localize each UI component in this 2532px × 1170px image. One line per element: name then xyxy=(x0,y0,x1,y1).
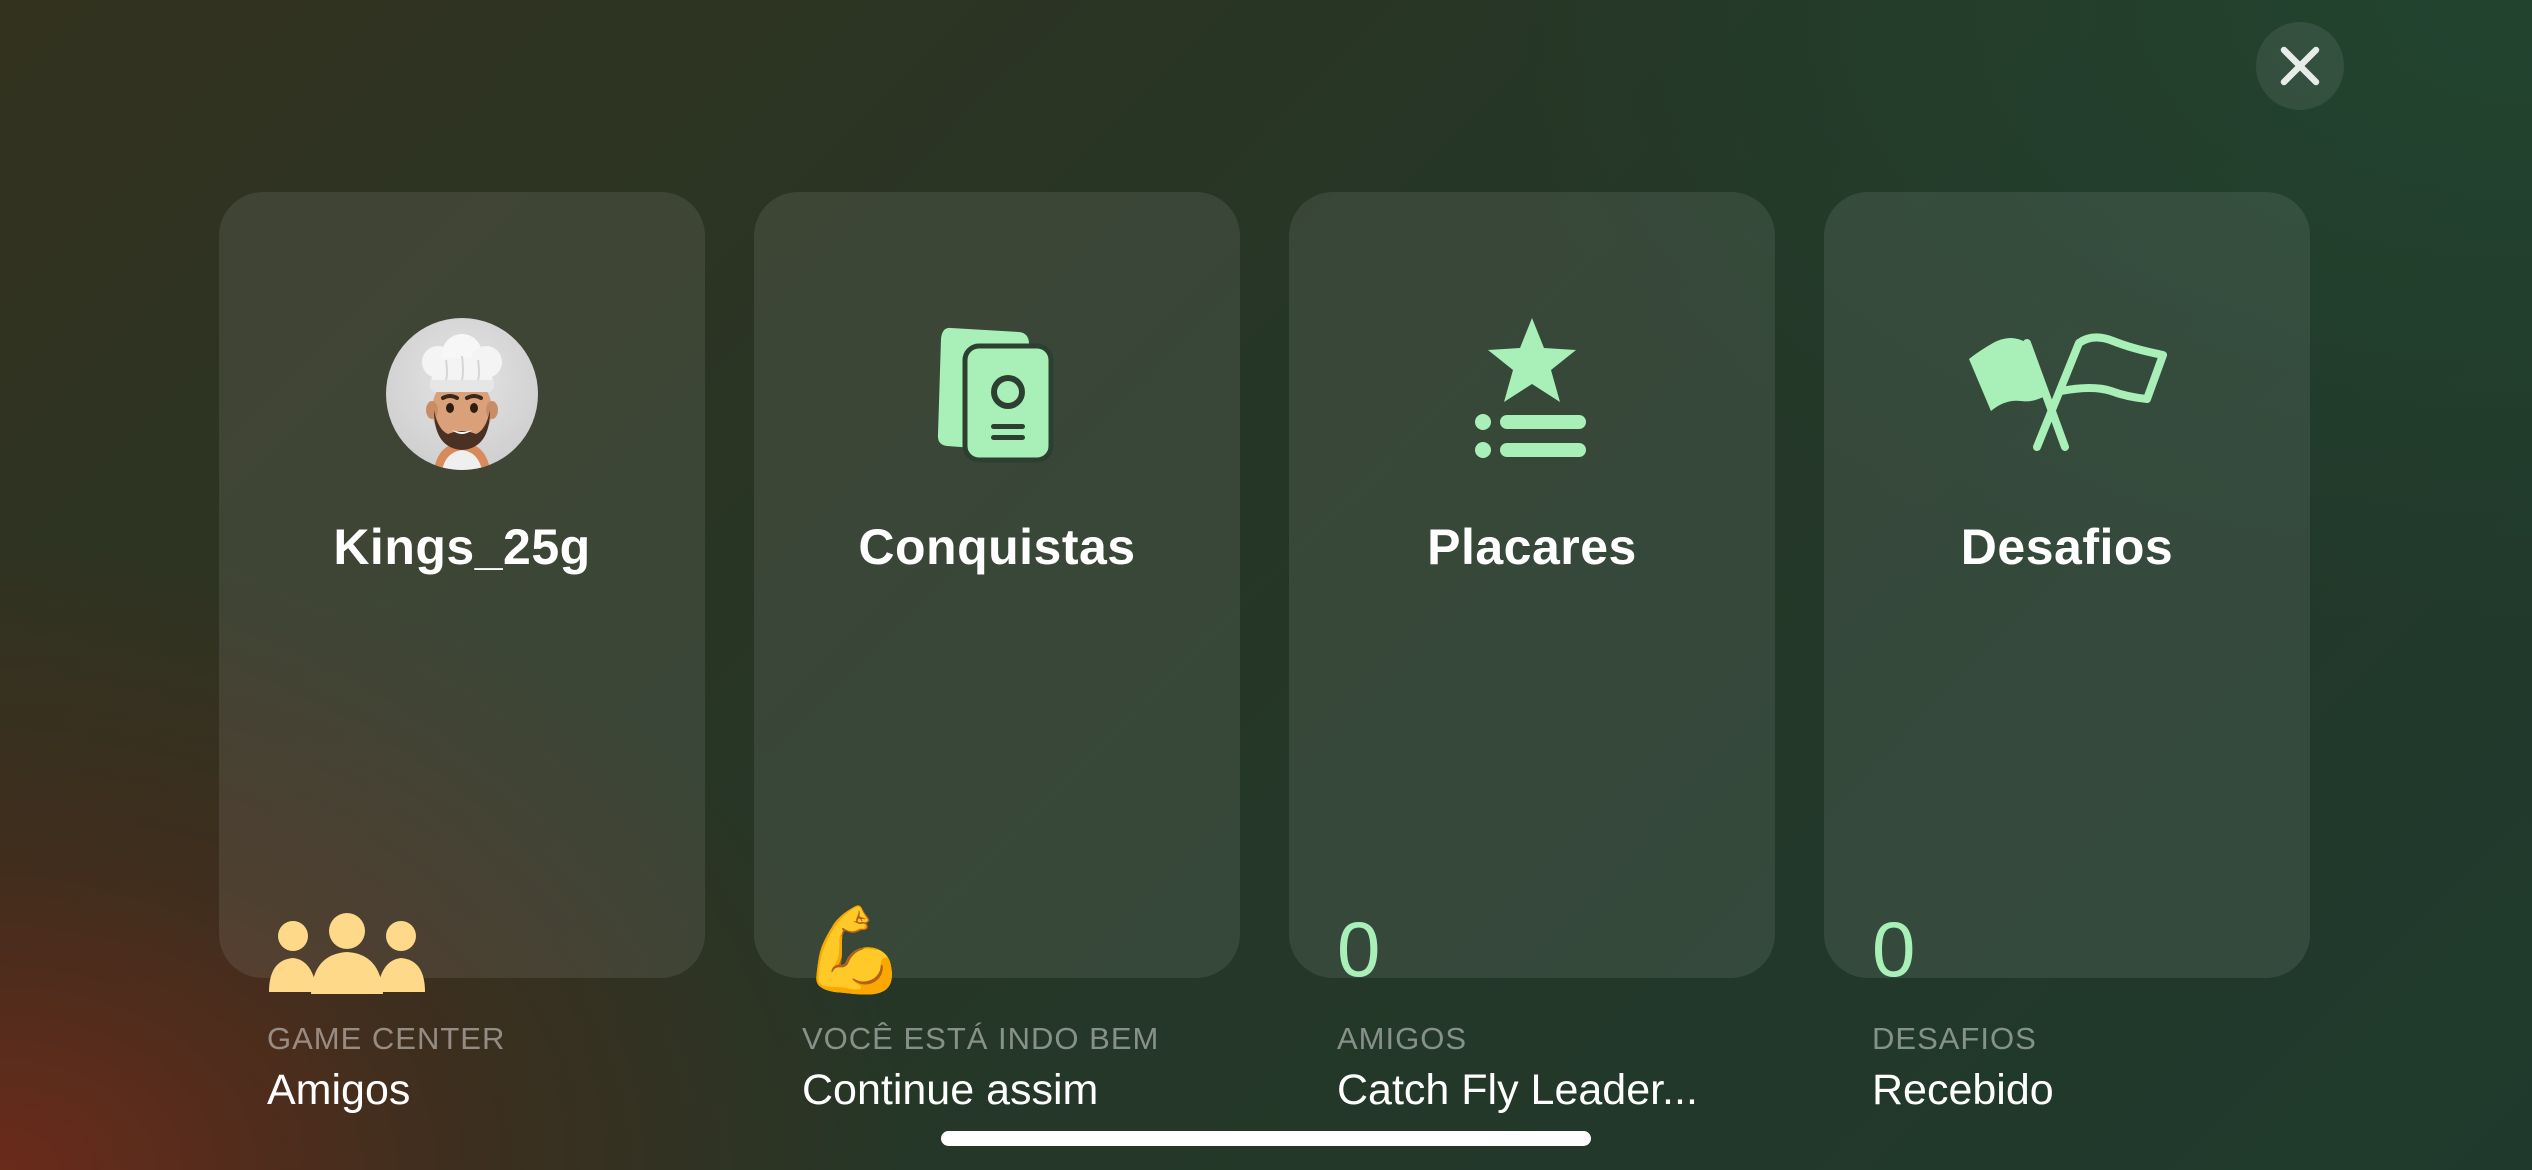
home-indicator[interactable] xyxy=(941,1131,1591,1146)
challenges-icon-wrap xyxy=(1824,314,2310,474)
leaderboards-card[interactable]: Placares 0 AMIGOS Catch Fly Leader... xyxy=(1289,192,1775,1114)
stat-value: Recebido xyxy=(1872,1066,2054,1114)
friends-group-icon xyxy=(267,912,427,999)
stat-value: Amigos xyxy=(267,1066,411,1114)
flexed-biceps-emoji-icon: 💪 xyxy=(802,908,907,992)
challenges-flags-icon xyxy=(1969,333,2167,451)
stat-caption: GAME CENTER xyxy=(267,1021,506,1056)
card-title-challenges: Desafios xyxy=(1960,519,2174,575)
profile-card[interactable]: Kings_25g GAME CENTER Amigos xyxy=(219,192,705,1114)
card-title-achievements: Conquistas xyxy=(858,519,1136,575)
leaderboard-star-list-icon xyxy=(1475,318,1586,458)
flexed-biceps-emoji: 💪 xyxy=(802,903,907,997)
close-button[interactable] xyxy=(2256,22,2344,110)
achievements-icon-wrap xyxy=(754,314,1240,474)
stat-value: Catch Fly Leader... xyxy=(1337,1066,1698,1114)
stat-number: 0 xyxy=(1337,905,1381,993)
avatar xyxy=(386,318,538,470)
profile-icon-wrap xyxy=(219,314,705,474)
leaderboards-icon-wrap xyxy=(1289,314,1775,474)
avatar-memoji-chef-icon xyxy=(422,334,502,470)
stat-value: Continue assim xyxy=(802,1066,1099,1114)
challenges-card[interactable]: Desafios 0 DESAFIOS Recebido xyxy=(1824,192,2310,1114)
achievements-card[interactable]: Conquistas 💪 VOCÊ ESTÁ INDO BEM Continue… xyxy=(754,192,1240,1114)
stat-caption: DESAFIOS xyxy=(1872,1021,2037,1056)
close-icon xyxy=(2280,46,2320,86)
player-name: Kings_25g xyxy=(333,519,591,575)
stat-caption: VOCÊ ESTÁ INDO BEM xyxy=(802,1021,1160,1056)
game-center-dashboard: Kings_25g GAME CENTER Amigos Conquistas … xyxy=(219,192,2310,1114)
achievements-cards-icon xyxy=(937,327,1054,463)
card-title-leaderboards: Placares xyxy=(1427,519,1637,575)
stat-number: 0 xyxy=(1872,905,1916,993)
stat-caption: AMIGOS xyxy=(1337,1021,1468,1056)
